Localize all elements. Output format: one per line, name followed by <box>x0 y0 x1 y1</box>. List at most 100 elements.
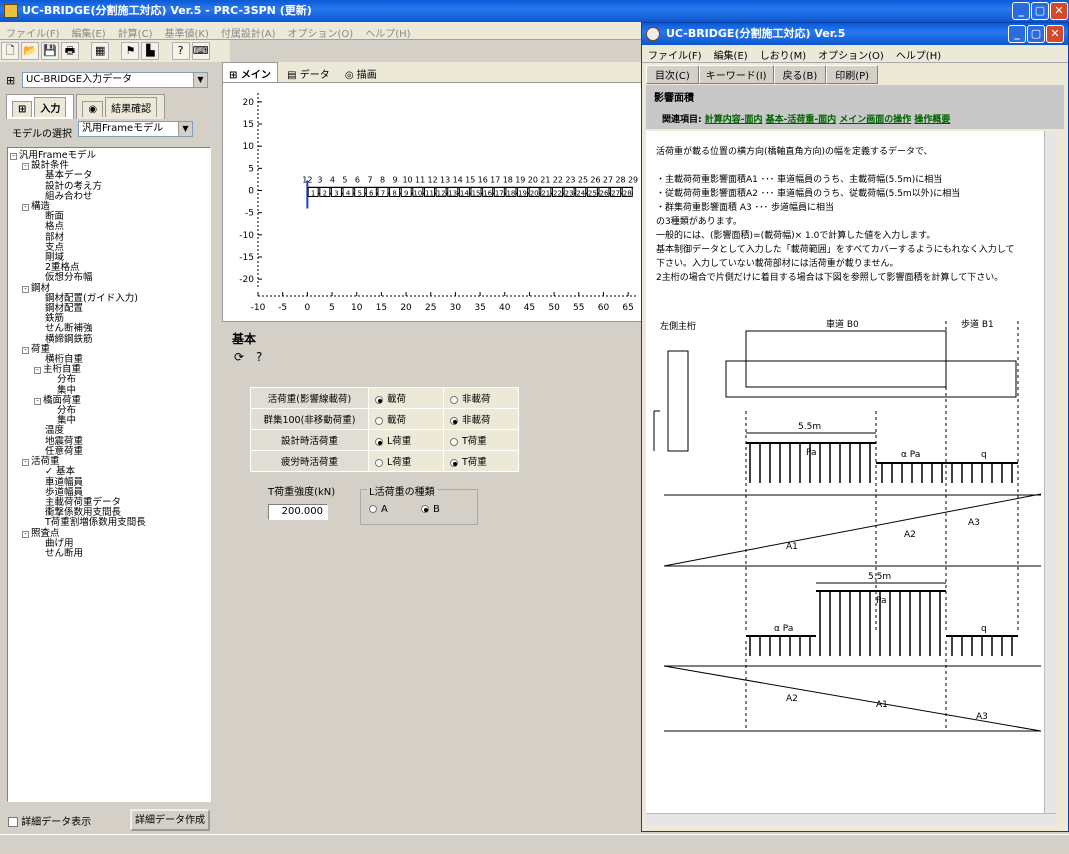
tree-item[interactable]: 集中 <box>10 416 208 426</box>
help-menu-bookmark[interactable]: しおり(M) <box>754 45 812 64</box>
input-tree[interactable]: - 汎用Frameモデル - 設計条件 基本データ 設計の考え方 組み合わせ - 構造 断面 格点部… <box>7 147 211 802</box>
tree-item[interactable]: - 構造 <box>10 201 208 212</box>
print-icon[interactable]: 🖶 <box>61 42 79 60</box>
help-maximize-button[interactable]: ▢ <box>1027 25 1045 43</box>
expand-icon[interactable]: - <box>22 163 29 171</box>
tree-item[interactable]: 支点 <box>10 242 208 253</box>
help-close-button[interactable]: ✕ <box>1046 25 1064 43</box>
chart-icon[interactable]: ▙ <box>141 42 160 60</box>
expand-icon[interactable]: - <box>22 285 29 293</box>
help-content[interactable]: 活荷重が載る位置の横方向(橋軸直角方向)の幅を定義するデータで、 ・主載荷荷重影… <box>646 131 1056 821</box>
tree-item[interactable]: 曲げ用 <box>10 538 208 549</box>
option-1[interactable]: L荷重 <box>368 429 444 451</box>
tree-item[interactable]: ✓ 基本 <box>10 467 208 477</box>
tree-item[interactable]: 剛域 <box>10 252 208 263</box>
chevron-down-icon[interactable]: ▼ <box>178 122 192 136</box>
back-button[interactable]: 戻る(B) <box>773 65 827 84</box>
option-1[interactable]: 載荷 <box>368 387 444 409</box>
save-icon[interactable]: 💾 <box>41 42 59 60</box>
tree-item[interactable]: 鋼材配置(ガイド入力) <box>10 293 208 304</box>
radio-button[interactable] <box>450 458 458 467</box>
link-overview[interactable]: 操作概要 <box>914 115 950 125</box>
maximize-button[interactable]: ▢ <box>1031 2 1049 20</box>
tree-item[interactable]: 鋼材配置 <box>10 303 208 314</box>
tree-item[interactable]: 分布 <box>10 405 208 416</box>
keyboard-icon[interactable]: ⌨ <box>191 42 210 60</box>
tree-item[interactable]: 基本データ <box>10 171 208 181</box>
expand-icon[interactable]: - <box>22 346 29 354</box>
close-button[interactable]: ✕ <box>1050 2 1068 20</box>
tree-item[interactable]: 温度 <box>10 426 208 436</box>
link-calc-content[interactable]: 計算内容-面内 <box>705 115 763 125</box>
flag-icon[interactable]: ⚑ <box>121 42 140 60</box>
expand-icon[interactable]: - <box>22 204 29 212</box>
tree-item[interactable]: - 設計条件 <box>10 161 208 171</box>
tab-data[interactable]: ▤ データ <box>281 63 336 84</box>
radio-button[interactable] <box>375 395 383 404</box>
radio-b[interactable] <box>421 505 429 513</box>
help-minimize-button[interactable]: _ <box>1008 25 1026 43</box>
tab-input[interactable]: ⊞ 入力 <box>6 94 75 119</box>
option-1[interactable]: L荷重 <box>368 450 444 472</box>
l-load-option-b[interactable]: B <box>421 504 440 515</box>
radio-button[interactable] <box>450 437 458 446</box>
tree-item[interactable]: - 活荷重 <box>10 456 208 467</box>
tree-item[interactable]: - 主桁自重 <box>10 365 208 375</box>
open-folder-icon[interactable]: 📂 <box>21 42 39 60</box>
print-button[interactable]: 印刷(P) <box>826 65 879 84</box>
link-basic-live-load[interactable]: 基本-活荷重-面内 <box>766 115 836 125</box>
help-menu-file[interactable]: ファイル(F) <box>642 45 708 64</box>
menu-option[interactable]: オプション(O) <box>282 22 360 43</box>
detail-checkbox[interactable]: 詳細データ表示 <box>8 813 91 828</box>
expand-icon[interactable]: - <box>34 397 41 405</box>
radio-button[interactable] <box>375 437 383 446</box>
help-menu-edit[interactable]: 編集(E) <box>708 45 754 64</box>
t-load-input[interactable]: 200.000 <box>268 504 328 520</box>
tree-item[interactable]: 分布 <box>10 375 208 385</box>
tab-draw[interactable]: ◎ 描画 <box>339 63 383 84</box>
expand-icon[interactable]: - <box>10 153 17 160</box>
checkbox-box[interactable] <box>8 817 18 827</box>
tab-results[interactable]: ◉ 結果確認 <box>76 94 166 119</box>
radio-a[interactable] <box>369 505 377 513</box>
option-2[interactable]: 非載荷 <box>443 387 519 409</box>
expand-icon[interactable]: - <box>22 459 29 467</box>
help-menu-help[interactable]: ヘルプ(H) <box>890 45 947 64</box>
tree-item[interactable]: 車道幅員 <box>10 477 208 488</box>
model-select[interactable]: 汎用Frameモデル ▼ <box>78 121 193 137</box>
tree-item[interactable]: せん断用 <box>10 548 208 559</box>
tree-item[interactable]: 部材 <box>10 232 208 243</box>
l-load-option-a[interactable]: A <box>369 504 388 515</box>
tree-item[interactable]: 集中 <box>10 385 208 396</box>
tree-item[interactable]: 格点 <box>10 222 208 232</box>
tree-item[interactable]: 鉄筋 <box>10 314 208 324</box>
vertical-scrollbar[interactable] <box>1044 131 1056 821</box>
menu-help[interactable]: ヘルプ(H) <box>359 22 416 43</box>
new-file-icon[interactable]: 🗋 <box>1 42 19 60</box>
frame-model-view[interactable]: 20 15 10 5 0 -5 -10 -15 -20 -10 -5 0 5 10 15 20 25 30 35 40… <box>222 82 642 322</box>
radio-button[interactable] <box>375 416 383 425</box>
radio-button[interactable] <box>450 395 458 404</box>
tree-item[interactable]: 横桁自重 <box>10 354 208 365</box>
expand-icon[interactable]: - <box>22 530 29 538</box>
tree-item[interactable]: 断面 <box>10 212 208 222</box>
option-2[interactable]: T荷重 <box>443 450 519 472</box>
tree-item[interactable]: 設計の考え方 <box>10 181 208 192</box>
tree-item[interactable]: - 荷重 <box>10 344 208 355</box>
radio-button[interactable] <box>450 416 458 425</box>
tree-item[interactable]: - 橋面荷重 <box>10 395 208 406</box>
contents-button[interactable]: 目次(C) <box>646 65 699 84</box>
help-icon[interactable]: ? <box>256 350 262 364</box>
data-combo[interactable]: ⊞ UC-BRIDGE入力データ ▼ <box>4 72 214 90</box>
refresh-icon[interactable]: ⟳ <box>234 350 244 364</box>
keyword-button[interactable]: キーワード(I) <box>698 65 774 84</box>
detail-create-button[interactable]: 詳細データ作成 <box>130 809 210 831</box>
expand-icon[interactable]: - <box>34 367 41 375</box>
help-icon[interactable]: ? <box>171 42 190 60</box>
link-main-screen[interactable]: メイン画面の操作 <box>839 115 911 125</box>
calculator-icon[interactable]: ▦ <box>91 42 110 60</box>
chevron-down-icon[interactable]: ▼ <box>193 73 207 87</box>
tree-item[interactable]: - 照査点 <box>10 528 208 539</box>
option-2[interactable]: 非載荷 <box>443 408 519 430</box>
help-menu-option[interactable]: オプション(O) <box>812 45 890 64</box>
